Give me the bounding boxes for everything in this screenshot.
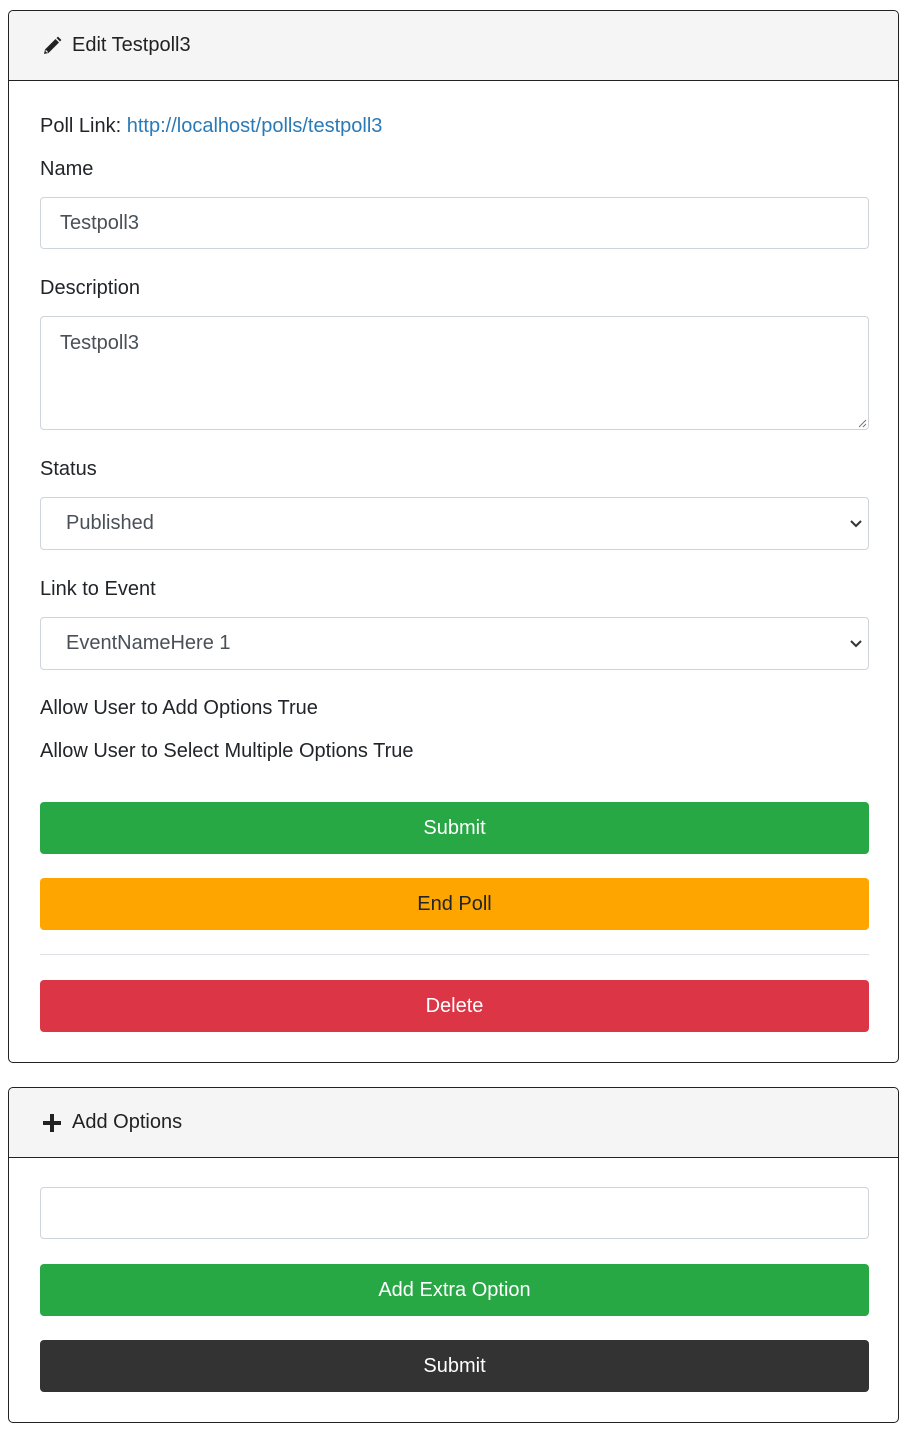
- allow-add-options-text: Allow User to Add Options True: [40, 697, 318, 719]
- resize-handle-icon[interactable]: [857, 418, 867, 428]
- description-field-wrap: Testpoll3: [40, 316, 869, 430]
- add-options-header: Add Options: [9, 1088, 898, 1158]
- name-label: Name: [40, 158, 94, 180]
- event-select[interactable]: EventNameHere 1: [40, 617, 869, 670]
- pencil-icon: [41, 35, 63, 57]
- description-label: Description: [40, 277, 141, 299]
- poll-link[interactable]: http://localhost/polls/testpoll3: [127, 115, 383, 137]
- status-select-value: Published: [66, 512, 154, 534]
- add-options-card: Add Options Add Extra Option Submit: [8, 1087, 899, 1423]
- event-label: Link to Event: [40, 578, 156, 600]
- poll-link-row: Poll Link: http://localhost/polls/testpo…: [40, 114, 382, 138]
- edit-poll-card: Edit Testpoll3 Poll Link: http://localho…: [8, 10, 899, 1063]
- chevron-down-icon: [850, 520, 862, 528]
- allow-multiple-options-text: Allow User to Select Multiple Options Tr…: [40, 740, 414, 762]
- end-poll-button[interactable]: End Poll: [40, 878, 869, 930]
- status-select[interactable]: Published: [40, 497, 869, 550]
- name-input[interactable]: [40, 197, 869, 249]
- submit-options-button[interactable]: Submit: [40, 1340, 869, 1392]
- poll-link-label: Poll Link:: [40, 115, 122, 137]
- chevron-down-icon: [850, 640, 862, 648]
- status-label: Status: [40, 458, 97, 480]
- plus-icon: [41, 1112, 63, 1134]
- delete-poll-button[interactable]: Delete: [40, 980, 869, 1032]
- divider: [40, 954, 869, 955]
- event-select-value: EventNameHere 1: [66, 632, 231, 654]
- option-input[interactable]: [40, 1187, 869, 1239]
- add-options-title: Add Options: [72, 1111, 183, 1133]
- submit-poll-button[interactable]: Submit: [40, 802, 869, 854]
- edit-poll-header: Edit Testpoll3: [9, 11, 898, 81]
- add-extra-option-button[interactable]: Add Extra Option: [40, 1264, 869, 1316]
- description-textarea[interactable]: Testpoll3: [40, 316, 869, 430]
- edit-poll-title: Edit Testpoll3: [72, 34, 191, 56]
